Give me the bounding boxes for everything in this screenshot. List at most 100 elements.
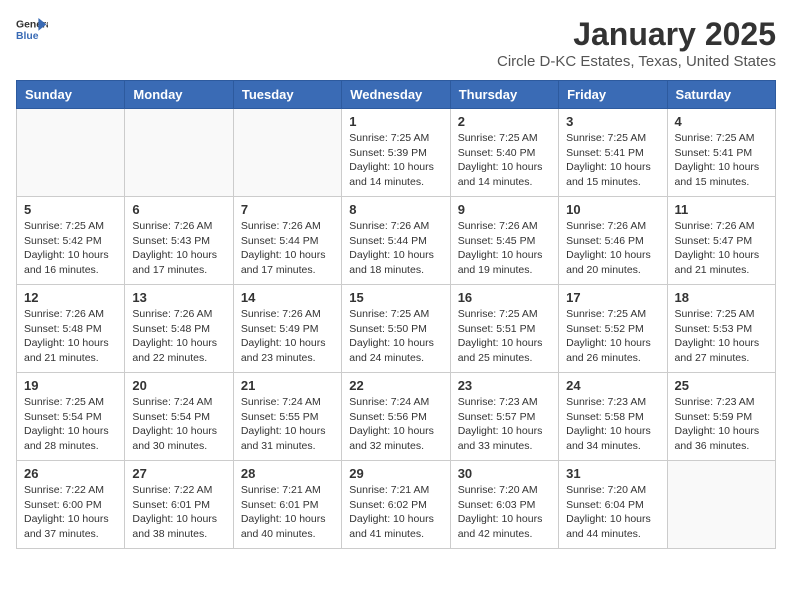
cell-daylight-info: Sunrise: 7:26 AM Sunset: 5:44 PM Dayligh…	[349, 219, 442, 278]
calendar-cell: 14 Sunrise: 7:26 AM Sunset: 5:49 PM Dayli…	[233, 285, 341, 373]
calendar-cell: 24 Sunrise: 7:23 AM Sunset: 5:58 PM Dayli…	[559, 373, 667, 461]
cell-daylight-info: Sunrise: 7:26 AM Sunset: 5:49 PM Dayligh…	[241, 307, 334, 366]
date-number: 16	[458, 290, 551, 305]
calendar-cell: 10 Sunrise: 7:26 AM Sunset: 5:46 PM Dayli…	[559, 197, 667, 285]
calendar-cell	[667, 461, 775, 549]
column-header-friday: Friday	[559, 81, 667, 109]
cell-daylight-info: Sunrise: 7:25 AM Sunset: 5:54 PM Dayligh…	[24, 395, 117, 454]
cell-daylight-info: Sunrise: 7:24 AM Sunset: 5:54 PM Dayligh…	[132, 395, 225, 454]
cell-daylight-info: Sunrise: 7:26 AM Sunset: 5:48 PM Dayligh…	[24, 307, 117, 366]
calendar-cell: 4 Sunrise: 7:25 AM Sunset: 5:41 PM Daylig…	[667, 109, 775, 197]
date-number: 29	[349, 466, 442, 481]
date-number: 3	[566, 114, 659, 129]
cell-daylight-info: Sunrise: 7:23 AM Sunset: 5:58 PM Dayligh…	[566, 395, 659, 454]
date-number: 1	[349, 114, 442, 129]
calendar-cell: 8 Sunrise: 7:26 AM Sunset: 5:44 PM Daylig…	[342, 197, 450, 285]
date-number: 26	[24, 466, 117, 481]
calendar-cell: 7Sunrise: 7:26 AM Sunset: 5:44 PM Daylig…	[233, 197, 341, 285]
date-number: 30	[458, 466, 551, 481]
column-header-thursday: Thursday	[450, 81, 558, 109]
date-number: 2	[458, 114, 551, 129]
date-number: 8	[349, 202, 442, 217]
calendar-cell: 16 Sunrise: 7:25 AM Sunset: 5:51 PM Dayli…	[450, 285, 558, 373]
date-number: 25	[675, 378, 768, 393]
cell-daylight-info: Sunrise: 7:24 AM Sunset: 5:55 PM Dayligh…	[241, 395, 334, 454]
column-header-saturday: Saturday	[667, 81, 775, 109]
calendar-cell: 23Sunrise: 7:23 AM Sunset: 5:57 PM Dayli…	[450, 373, 558, 461]
calendar-cell: 11Sunrise: 7:26 AM Sunset: 5:47 PM Dayli…	[667, 197, 775, 285]
calendar-cell: 28Sunrise: 7:21 AM Sunset: 6:01 PM Dayli…	[233, 461, 341, 549]
date-number: 19	[24, 378, 117, 393]
cell-daylight-info: Sunrise: 7:26 AM Sunset: 5:45 PM Dayligh…	[458, 219, 551, 278]
cell-daylight-info: Sunrise: 7:23 AM Sunset: 5:57 PM Dayligh…	[458, 395, 551, 454]
logo: General Blue	[16, 16, 48, 44]
date-number: 21	[241, 378, 334, 393]
date-number: 12	[24, 290, 117, 305]
calendar-cell: 5 Sunrise: 7:25 AM Sunset: 5:42 PM Daylig…	[17, 197, 125, 285]
calendar-cell: 27Sunrise: 7:22 AM Sunset: 6:01 PM Dayli…	[125, 461, 233, 549]
date-number: 14	[241, 290, 334, 305]
date-number: 20	[132, 378, 225, 393]
week-row-2: 5 Sunrise: 7:25 AM Sunset: 5:42 PM Daylig…	[17, 197, 776, 285]
column-header-monday: Monday	[125, 81, 233, 109]
date-number: 18	[675, 290, 768, 305]
calendar-header-row: SundayMondayTuesdayWednesdayThursdayFrid…	[17, 81, 776, 109]
location-title: Circle D-KC Estates, Texas, United State…	[497, 53, 776, 70]
logo-icon: General Blue	[16, 16, 48, 44]
calendar-cell: 21 Sunrise: 7:24 AM Sunset: 5:55 PM Dayli…	[233, 373, 341, 461]
date-number: 15	[349, 290, 442, 305]
calendar-cell: 15 Sunrise: 7:25 AM Sunset: 5:50 PM Dayli…	[342, 285, 450, 373]
title-block: January 2025 Circle D-KC Estates, Texas,…	[497, 16, 776, 70]
date-number: 7	[241, 202, 334, 217]
column-header-wednesday: Wednesday	[342, 81, 450, 109]
date-number: 31	[566, 466, 659, 481]
date-number: 5	[24, 202, 117, 217]
date-number: 4	[675, 114, 768, 129]
week-row-1: 1 Sunrise: 7:25 AM Sunset: 5:39 PM Daylig…	[17, 109, 776, 197]
date-number: 10	[566, 202, 659, 217]
calendar-cell: 9 Sunrise: 7:26 AM Sunset: 5:45 PM Daylig…	[450, 197, 558, 285]
cell-daylight-info: Sunrise: 7:26 AM Sunset: 5:43 PM Dayligh…	[132, 219, 225, 278]
calendar-cell: 1 Sunrise: 7:25 AM Sunset: 5:39 PM Daylig…	[342, 109, 450, 197]
date-number: 24	[566, 378, 659, 393]
date-number: 27	[132, 466, 225, 481]
calendar-cell: 17 Sunrise: 7:25 AM Sunset: 5:52 PM Dayli…	[559, 285, 667, 373]
cell-daylight-info: Sunrise: 7:23 AM Sunset: 5:59 PM Dayligh…	[675, 395, 768, 454]
cell-daylight-info: Sunrise: 7:25 AM Sunset: 5:52 PM Dayligh…	[566, 307, 659, 366]
calendar-cell: 18 Sunrise: 7:25 AM Sunset: 5:53 PM Dayli…	[667, 285, 775, 373]
calendar-cell: 3 Sunrise: 7:25 AM Sunset: 5:41 PM Daylig…	[559, 109, 667, 197]
calendar-cell: 12 Sunrise: 7:26 AM Sunset: 5:48 PM Dayli…	[17, 285, 125, 373]
calendar-cell: 19 Sunrise: 7:25 AM Sunset: 5:54 PM Dayli…	[17, 373, 125, 461]
cell-daylight-info: Sunrise: 7:25 AM Sunset: 5:39 PM Dayligh…	[349, 131, 442, 190]
cell-daylight-info: Sunrise: 7:22 AM Sunset: 6:00 PM Dayligh…	[24, 483, 117, 542]
date-number: 22	[349, 378, 442, 393]
date-number: 9	[458, 202, 551, 217]
calendar-cell: 22Sunrise: 7:24 AM Sunset: 5:56 PM Dayli…	[342, 373, 450, 461]
cell-daylight-info: Sunrise: 7:25 AM Sunset: 5:50 PM Dayligh…	[349, 307, 442, 366]
calendar-table: SundayMondayTuesdayWednesdayThursdayFrid…	[16, 80, 776, 549]
cell-daylight-info: Sunrise: 7:26 AM Sunset: 5:47 PM Dayligh…	[675, 219, 768, 278]
calendar-cell: 13Sunrise: 7:26 AM Sunset: 5:48 PM Dayli…	[125, 285, 233, 373]
date-number: 17	[566, 290, 659, 305]
calendar-cell: 6 Sunrise: 7:26 AM Sunset: 5:43 PM Daylig…	[125, 197, 233, 285]
date-number: 6	[132, 202, 225, 217]
svg-text:Blue: Blue	[16, 31, 39, 42]
calendar-cell: 26 Sunrise: 7:22 AM Sunset: 6:00 PM Dayli…	[17, 461, 125, 549]
calendar-cell: 2Sunrise: 7:25 AM Sunset: 5:40 PM Daylig…	[450, 109, 558, 197]
calendar-cell: 25 Sunrise: 7:23 AM Sunset: 5:59 PM Dayli…	[667, 373, 775, 461]
cell-daylight-info: Sunrise: 7:20 AM Sunset: 6:04 PM Dayligh…	[566, 483, 659, 542]
cell-daylight-info: Sunrise: 7:25 AM Sunset: 5:53 PM Dayligh…	[675, 307, 768, 366]
cell-daylight-info: Sunrise: 7:25 AM Sunset: 5:51 PM Dayligh…	[458, 307, 551, 366]
cell-daylight-info: Sunrise: 7:25 AM Sunset: 5:41 PM Dayligh…	[675, 131, 768, 190]
cell-daylight-info: Sunrise: 7:21 AM Sunset: 6:01 PM Dayligh…	[241, 483, 334, 542]
cell-daylight-info: Sunrise: 7:26 AM Sunset: 5:46 PM Dayligh…	[566, 219, 659, 278]
calendar-cell	[233, 109, 341, 197]
week-row-4: 19 Sunrise: 7:25 AM Sunset: 5:54 PM Dayli…	[17, 373, 776, 461]
date-number: 13	[132, 290, 225, 305]
page-header: General Blue January 2025 Circle D-KC Es…	[16, 16, 776, 70]
cell-daylight-info: Sunrise: 7:25 AM Sunset: 5:42 PM Dayligh…	[24, 219, 117, 278]
cell-daylight-info: Sunrise: 7:25 AM Sunset: 5:41 PM Dayligh…	[566, 131, 659, 190]
month-title: January 2025	[497, 16, 776, 53]
calendar-cell	[17, 109, 125, 197]
week-row-5: 26 Sunrise: 7:22 AM Sunset: 6:00 PM Dayli…	[17, 461, 776, 549]
